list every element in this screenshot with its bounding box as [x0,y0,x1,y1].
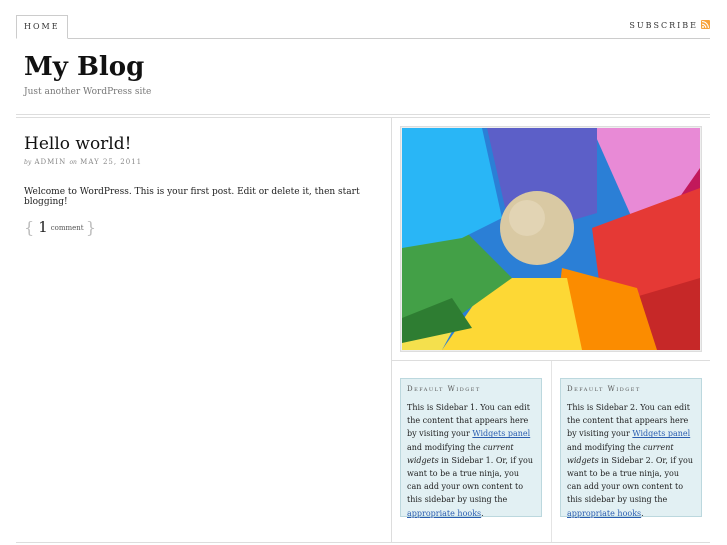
main-content: Hello world! by ADMIN on MAY 25, 2011 We… [16,118,392,542]
comments-link[interactable]: {1 comment } [24,218,96,237]
blog-tagline: Just another WordPress site [24,87,152,97]
blog-title[interactable]: My Blog [24,52,144,82]
widget-text-part: and modifying the [407,442,484,452]
comment-count[interactable]: 1 [38,218,48,236]
brace-close: } [85,218,97,237]
widget-text-part: . [641,508,644,518]
comment-label[interactable]: comment [51,224,84,232]
post-author[interactable]: ADMIN [34,158,66,166]
post-body: Welcome to WordPress. This is your first… [24,187,360,207]
post-title[interactable]: Hello world! [24,134,131,154]
nav-home-tab[interactable]: HOME [16,15,68,39]
featured-image [400,126,702,352]
footer-divider [16,542,710,543]
post-meta: by ADMIN on MAY 25, 2011 [24,158,142,166]
widget-text-part: and modifying the [567,442,644,452]
widgets-panel-link[interactable]: Widgets panel [472,429,530,438]
widget-title: Default Widget [567,385,641,393]
meta-by: by [24,159,32,166]
appropriate-hooks-link[interactable]: appropriate hooks [567,509,641,518]
subscribe-label[interactable]: SUBSCRIBE [629,21,698,30]
widget-text: This is Sidebar 2. You can edit the cont… [567,401,695,520]
pinwheel-image [402,128,700,350]
page: HOME SUBSCRIBE My Blog Just another Word… [16,0,710,545]
rss-icon[interactable] [701,20,710,29]
post-date: MAY 25, 2011 [80,158,143,166]
sidebar-column-divider [551,361,552,542]
subscribe-link[interactable]: SUBSCRIBE [629,20,710,30]
widget-title: Default Widget [407,385,481,393]
sidebar: Default Widget This is Sidebar 1. You ca… [392,118,710,542]
sidebar-1-widget: Default Widget This is Sidebar 1. You ca… [400,378,542,520]
sidebar-2-widget: Default Widget This is Sidebar 2. You ca… [560,378,702,520]
widget-text: This is Sidebar 1. You can edit the cont… [407,401,535,520]
widget-text-part: . [481,508,484,518]
brace-open: { [24,218,35,237]
meta-on: on [69,159,77,166]
top-nav: HOME SUBSCRIBE [16,15,710,39]
widgets-panel-link[interactable]: Widgets panel [632,429,690,438]
appropriate-hooks-link[interactable]: appropriate hooks [407,509,481,518]
